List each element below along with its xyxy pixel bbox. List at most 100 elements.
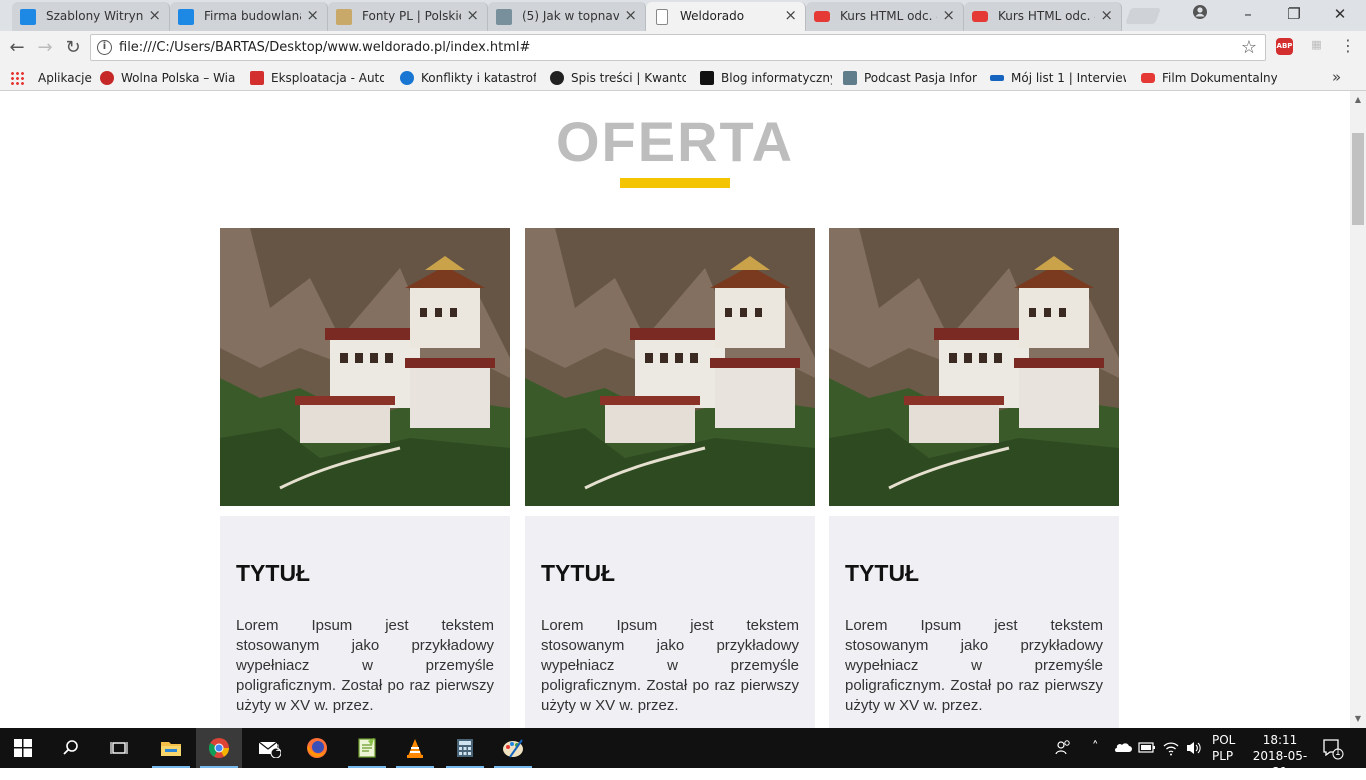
site-favicon-icon <box>178 9 194 25</box>
close-tab-icon[interactable]: × <box>306 7 319 23</box>
card-text: Lorem Ipsum jest tekstem stosowanym jako… <box>541 617 799 714</box>
file-explorer-icon[interactable] <box>148 728 194 768</box>
mail-badge: 1 <box>275 744 281 754</box>
close-tab-icon[interactable]: × <box>1100 7 1113 23</box>
clock-time: 18:11 <box>1262 733 1298 747</box>
bookmark-favicon-icon <box>550 71 564 85</box>
tab[interactable]: Szablony Witryn H × <box>12 2 170 31</box>
bookmarks-bar: Aplikacje Wolna Polska – Wiad Eksploatac… <box>0 64 1366 91</box>
bookmark-label: Mój list 1 | Interview <box>1011 71 1126 85</box>
vertical-scrollbar[interactable]: ▲ ▼ <box>1350 91 1366 728</box>
youtube-icon <box>1141 73 1155 83</box>
chrome-menu-icon[interactable]: ⋮ <box>1340 36 1356 56</box>
tab[interactable]: (5) Jak w topnav, r × <box>488 2 646 31</box>
notepad-plus-plus-icon[interactable] <box>344 728 390 768</box>
new-tab-button[interactable] <box>1125 8 1161 24</box>
bookmark-label: Film Dokumentalny <box>1162 71 1277 85</box>
volume-icon[interactable] <box>1185 728 1203 768</box>
scroll-down-arrow-icon[interactable]: ▼ <box>1350 712 1366 726</box>
action-center-icon[interactable]: 1 <box>1320 728 1350 768</box>
battery-icon[interactable] <box>1138 728 1156 768</box>
paint-icon[interactable] <box>490 728 536 768</box>
show-hidden-icons-icon[interactable]: ˄ <box>1092 740 1099 780</box>
vlc-icon[interactable] <box>392 728 438 768</box>
bookmark-label: Konflikty i katastrofy <box>421 71 536 85</box>
wifi-icon[interactable] <box>1162 728 1180 768</box>
people-icon[interactable] <box>1054 728 1074 768</box>
bookmark-favicon-icon <box>250 71 264 85</box>
back-icon[interactable]: ← <box>6 37 28 59</box>
adblock-icon[interactable]: ABP <box>1276 38 1293 55</box>
close-tab-icon[interactable]: × <box>784 7 797 23</box>
tab[interactable]: Kurs HTML odc. 4 × <box>806 2 964 31</box>
profile-icon[interactable] <box>1190 4 1210 24</box>
clock[interactable]: 18:11 2018-05-21 <box>1250 732 1310 780</box>
card: TYTUŁ Lorem Ipsum jest tekstem stosowany… <box>829 516 1119 728</box>
section-heading: OFERTA <box>555 110 795 173</box>
task-view-icon[interactable] <box>96 728 142 768</box>
scroll-up-arrow-icon[interactable]: ▲ <box>1350 93 1366 107</box>
forward-icon[interactable]: → <box>34 37 56 59</box>
tab[interactable]: Fonty PL | Polskie F × <box>328 2 488 31</box>
site-favicon-icon <box>336 9 352 25</box>
notification-count: 1 <box>1335 748 1341 758</box>
info-icon[interactable]: i <box>97 40 112 55</box>
reload-icon[interactable]: ↻ <box>62 37 84 59</box>
bookmark-favicon-icon <box>990 75 1004 81</box>
card: TYTUŁ Lorem Ipsum jest tekstem stosowany… <box>220 516 510 728</box>
tab-active[interactable]: Weldorado × <box>646 2 806 31</box>
close-tab-icon[interactable]: × <box>466 7 479 23</box>
card-title: TYTUŁ <box>236 560 311 586</box>
card-image <box>525 228 815 506</box>
address-bar[interactable]: i file:///C:/Users/BARTAS/Desktop/www.we… <box>90 34 1266 61</box>
input-language-indicator[interactable]: POL PLP <box>1212 732 1235 764</box>
bookmark-item[interactable]: Podcast Pasja Inform <box>843 69 977 87</box>
onedrive-icon[interactable] <box>1114 728 1132 768</box>
bookmark-item[interactable]: Blog informatyczny <box>700 69 832 87</box>
calculator-icon[interactable] <box>442 728 488 768</box>
close-tab-icon[interactable]: × <box>624 7 637 23</box>
apps-grid-icon <box>10 71 24 85</box>
firefox-icon[interactable] <box>294 728 340 768</box>
search-icon[interactable] <box>48 728 94 768</box>
more-bookmarks-icon[interactable]: » <box>1332 68 1341 86</box>
bookmark-label: Eksploatacja - Auto S <box>271 71 384 85</box>
bookmark-favicon-icon <box>700 71 714 85</box>
bookmark-item[interactable]: Eksploatacja - Auto S <box>250 69 384 87</box>
bookmark-item[interactable]: Mój list 1 | Interview <box>990 69 1126 87</box>
close-tab-icon[interactable]: × <box>148 7 161 23</box>
windows-start-button[interactable] <box>0 728 46 768</box>
close-window-button[interactable]: ✕ <box>1330 4 1350 24</box>
bookmark-apps[interactable]: Aplikacje <box>10 69 92 87</box>
mail-icon[interactable]: 1 <box>246 728 292 768</box>
bookmark-label: Blog informatyczny <box>721 71 832 85</box>
bookmark-item[interactable]: Konflikty i katastrofy <box>400 69 536 87</box>
card-image <box>220 228 510 506</box>
bookmark-label: Podcast Pasja Inform <box>864 71 977 85</box>
language-code: POL <box>1212 733 1236 747</box>
card-title: TYTUŁ <box>541 560 616 586</box>
page-icon <box>656 9 668 25</box>
tab-strip: Szablony Witryn H × Firma budowlana S × … <box>0 0 1366 31</box>
chrome-icon[interactable] <box>196 728 242 768</box>
bookmark-item[interactable]: Wolna Polska – Wiad <box>100 69 236 87</box>
bookmark-item[interactable]: Spis treści | Kwantow <box>550 69 686 87</box>
url-text[interactable]: file:///C:/Users/BARTAS/Desktop/www.weld… <box>119 40 530 55</box>
minimize-button[interactable]: – <box>1238 4 1258 24</box>
tab[interactable]: Kurs HTML odc. 4 × <box>964 2 1122 31</box>
site-favicon-icon <box>20 9 36 25</box>
tab[interactable]: Firma budowlana S × <box>170 2 328 31</box>
card-text: Lorem Ipsum jest tekstem stosowanym jako… <box>845 617 1103 714</box>
extension-icon[interactable]: ▦ <box>1308 38 1325 55</box>
card-image <box>829 228 1119 506</box>
clock-date: 2018-05-21 <box>1252 749 1308 779</box>
card: TYTUŁ Lorem Ipsum jest tekstem stosowany… <box>525 516 815 728</box>
bookmark-item[interactable]: Film Dokumentalny <box>1141 69 1277 87</box>
tab-title: Firma budowlana S <box>204 9 301 23</box>
close-tab-icon[interactable]: × <box>942 7 955 23</box>
scrollbar-thumb[interactable] <box>1352 133 1364 225</box>
maximize-button[interactable]: ❐ <box>1284 4 1304 24</box>
bookmark-star-icon[interactable]: ☆ <box>1241 37 1257 58</box>
bookmark-label: Aplikacje <box>38 71 92 85</box>
tab-title: Fonty PL | Polskie F <box>362 9 461 23</box>
